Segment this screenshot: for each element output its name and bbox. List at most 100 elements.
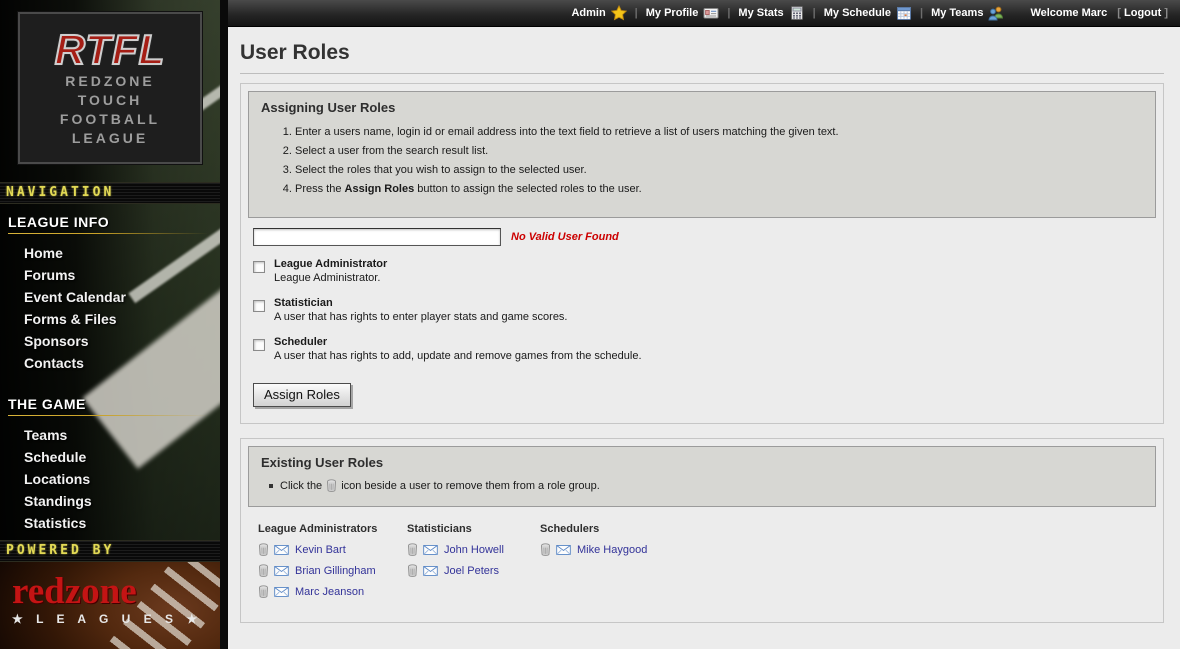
user-link[interactable]: John Howell [444, 544, 504, 556]
assigning-heading: Assigning User Roles [261, 100, 1143, 115]
sidebar-item-home[interactable]: Home [8, 242, 220, 264]
sidebar-gutter [220, 0, 228, 649]
sidebar-item-sponsors[interactable]: Sponsors [8, 330, 220, 352]
powered-by-header: POWERED BY [0, 540, 220, 562]
welcome-text: Welcome Marc [1030, 7, 1107, 19]
step-text: button to assign the selected roles to t… [414, 183, 641, 195]
user-row: Marc Jeanson [258, 585, 407, 598]
rtfl-logo-line: LEAGUE [72, 129, 148, 148]
email-icon[interactable] [274, 566, 289, 576]
section-title: LEAGUE INFO [8, 214, 220, 230]
rtfl-logo-line: FOOTBALL [60, 110, 160, 129]
remove-user-icon[interactable] [407, 564, 418, 577]
role-option-statistician: Statistician A user that has rights to e… [253, 297, 1156, 324]
title-divider [240, 73, 1164, 74]
trash-icon [326, 479, 337, 492]
role-description: A user that has rights to enter player s… [274, 310, 568, 324]
content-area: User Roles Assigning User Roles Enter a … [228, 27, 1180, 649]
statistician-checkbox[interactable] [253, 300, 265, 312]
user-row: Brian Gillingham [258, 564, 407, 577]
user-link[interactable]: Mike Haygood [577, 544, 647, 556]
assign-roles-button[interactable]: Assign Roles [253, 383, 351, 407]
nav-item-label: My Teams [931, 7, 983, 19]
email-icon[interactable] [274, 545, 289, 555]
group-title: League Administrators [258, 523, 407, 535]
role-option-league-administrator: League Administrator League Administrato… [253, 258, 1156, 285]
user-link[interactable]: Joel Peters [444, 565, 499, 577]
user-link[interactable]: Brian Gillingham [295, 565, 376, 577]
scheduler-checkbox[interactable] [253, 339, 265, 351]
nav-item-my-profile[interactable]: My Profile [642, 5, 724, 21]
sidebar-item-statistics[interactable]: Statistics [8, 512, 220, 534]
email-icon[interactable] [423, 566, 438, 576]
remove-user-icon[interactable] [540, 543, 551, 556]
nav-item-label: My Profile [646, 7, 699, 19]
logout-label: Logout [1124, 7, 1161, 19]
sidebar-section-the-game: THE GAME Teams Schedule Locations Standi… [0, 386, 220, 534]
no-valid-user-message: No Valid User Found [511, 231, 619, 243]
page-title: User Roles [240, 41, 1164, 65]
section-underline [8, 233, 208, 234]
nav-item-label: My Stats [738, 7, 783, 19]
user-row: Mike Haygood [540, 543, 647, 556]
sidebar-item-contacts[interactable]: Contacts [8, 352, 220, 374]
sidebar-item-forums[interactable]: Forums [8, 264, 220, 286]
section-underline [8, 415, 208, 416]
square-bullet [269, 484, 273, 488]
email-icon[interactable] [556, 545, 571, 555]
nav-item-my-teams[interactable]: My Teams [927, 5, 1008, 21]
nav-item-label: Admin [571, 7, 605, 19]
sidebar-item-event-calendar[interactable]: Event Calendar [8, 286, 220, 308]
sidebar-item-schedule[interactable]: Schedule [8, 446, 220, 468]
remove-user-icon[interactable] [407, 543, 418, 556]
email-icon[interactable] [274, 587, 289, 597]
nav-separator: | [916, 7, 927, 19]
sidebar-item-teams[interactable]: Teams [8, 424, 220, 446]
user-search-input[interactable] [253, 228, 501, 246]
redzone-logo-subtext: ★ L E A G U E S ★ [12, 612, 220, 626]
step-bold-text: Assign Roles [345, 183, 415, 195]
step-text: Press the [295, 183, 345, 195]
group-schedulers: Schedulers Mike Haygood [540, 523, 647, 598]
user-link[interactable]: Marc Jeanson [295, 586, 364, 598]
logout-button[interactable]: [ Logout ] [1117, 7, 1168, 19]
sidebar-item-standings[interactable]: Standings [8, 490, 220, 512]
role-name: Statistician [274, 297, 568, 310]
top-navbar: Admin | My Profile | My Stats | My Sched… [228, 0, 1180, 27]
nav-item-my-schedule[interactable]: My Schedule [820, 5, 916, 21]
sidebar-item-forms-files[interactable]: Forms & Files [8, 308, 220, 330]
user-row: John Howell [407, 543, 540, 556]
group-icon [988, 5, 1004, 21]
redzone-logo-text: redzone [12, 574, 220, 610]
instruction-list: Enter a users name, login id or email ad… [295, 125, 1143, 196]
note-text: icon beside a user to remove them from a… [341, 480, 600, 492]
sidebar: RTFL REDZONE TOUCH FOOTBALL LEAGUE NAVIG… [0, 0, 220, 649]
remove-user-icon[interactable] [258, 543, 269, 556]
bracket: ] [1164, 7, 1168, 19]
bracket: [ [1117, 7, 1121, 19]
nav-item-admin[interactable]: Admin [567, 5, 630, 21]
group-title: Statisticians [407, 523, 540, 535]
redzone-leagues-logo[interactable]: redzone ★ L E A G U E S ★ [0, 562, 220, 649]
instruction-step: Press the Assign Roles button to assign … [295, 182, 1143, 196]
user-link[interactable]: Kevin Bart [295, 544, 346, 556]
user-row: Kevin Bart [258, 543, 407, 556]
remove-user-icon[interactable] [258, 564, 269, 577]
nav-item-my-stats[interactable]: My Stats [734, 5, 808, 21]
role-description: A user that has rights to add, update an… [274, 349, 642, 363]
calendar-icon [896, 5, 912, 21]
section-title: THE GAME [8, 396, 220, 412]
nav-separator: | [723, 7, 734, 19]
assign-roles-section: Assigning User Roles Enter a users name,… [240, 83, 1164, 424]
email-icon[interactable] [423, 545, 438, 555]
role-groups: League Administrators Kevin Bart Brian G… [258, 523, 1156, 598]
league-administrator-checkbox[interactable] [253, 261, 265, 273]
role-name: Scheduler [274, 336, 642, 349]
rtfl-logo[interactable]: RTFL REDZONE TOUCH FOOTBALL LEAGUE [18, 12, 202, 164]
sidebar-item-locations[interactable]: Locations [8, 468, 220, 490]
rtfl-logo-acronym: RTFL [55, 28, 166, 72]
role-option-scheduler: Scheduler A user that has rights to add,… [253, 336, 1156, 363]
note-text: Click the [280, 480, 322, 492]
role-name: League Administrator [274, 258, 387, 271]
remove-user-icon[interactable] [258, 585, 269, 598]
